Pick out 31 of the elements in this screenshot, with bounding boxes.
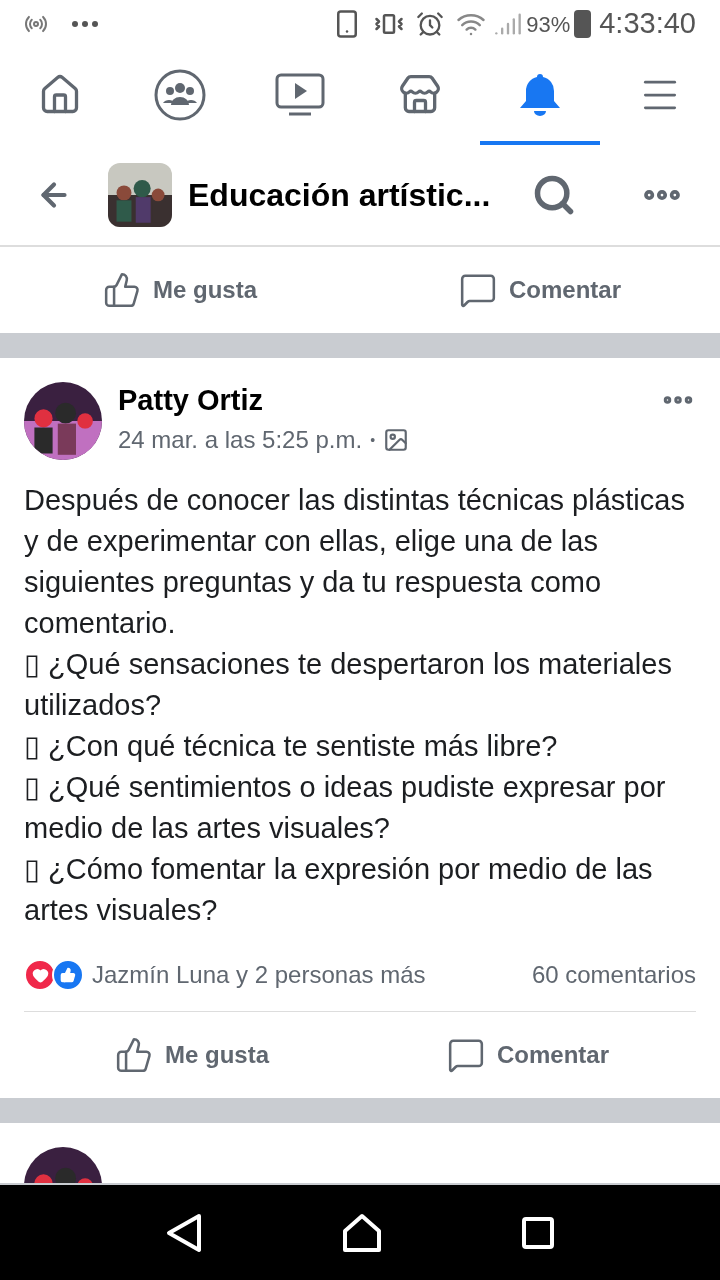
back-icon[interactable] [166,1212,202,1253]
separator-dot: • [370,430,376,450]
post-time: 24 mar. a las 5:25 p.m. [118,425,363,455]
post-paragraph: ▯ ¿Con qué técnica te sentiste más libre? [24,729,559,764]
reactors-text[interactable]: Jazmín Luna y 2 personas más [92,957,426,993]
comment-button[interactable]: Comentar [360,247,720,333]
people-icon [153,67,207,122]
more-icon [72,21,98,27]
post-paragraph: ▯ ¿Qué sensaciones te despertaron los materiales utilizados? [24,647,673,723]
author-name[interactable]: Patty Ortiz [118,382,410,418]
group-audience-icon [383,427,410,453]
like-icon [103,271,141,309]
video-icon [275,72,325,117]
post-paragraph: ▯ ¿Cómo fomentar la expresión por medio de las artes visuales? [24,852,654,928]
comment-count[interactable]: 60 comentarios [531,957,696,993]
alarm-icon [416,10,445,38]
post-paragraph: Después de conocer las distintas técnicas plásticas y de experimentar con ellas, elige una de las siguientes preguntas y da tu respuesta como comentario. [24,483,686,641]
like-icon [115,1036,153,1074]
like-button[interactable]: Me gusta [0,247,360,333]
home-icon[interactable] [342,1212,382,1253]
comment-icon [447,1036,485,1074]
post-paragraph: ▯ ¿Qué sentimientos o ideas pudiste expresar por medio de las artes visuales? [24,770,667,846]
recents-icon[interactable] [522,1216,554,1249]
group-title: Educación artístic... [188,176,491,215]
comment-icon [459,271,497,309]
comment-button[interactable]: Comentar [360,1012,696,1098]
search-icon[interactable] [532,173,576,217]
battery-icon [574,10,592,38]
battery-percent: 93% [526,10,571,39]
clock-time: 4:33:40 [599,6,696,42]
like-button[interactable]: Me gusta [24,1012,360,1098]
